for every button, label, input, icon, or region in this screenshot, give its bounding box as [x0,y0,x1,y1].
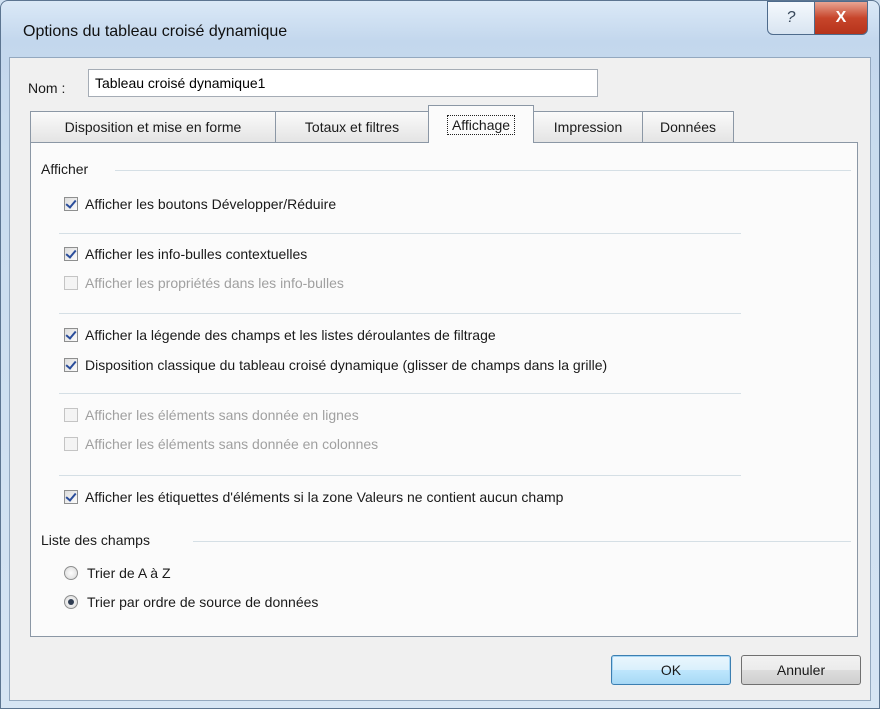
section-divider [193,541,851,542]
option-label: Afficher les étiquettes d'éléments si la… [85,489,564,505]
option-empty-columns: Afficher les éléments sans donnée en col… [64,436,378,452]
option-tooltip-properties: Afficher les propriétés dans les info-bu… [64,275,344,291]
checkbox[interactable] [64,328,78,342]
option-label: Afficher les propriétés dans les info-bu… [85,275,344,291]
tab-affichage[interactable]: Affichage [428,105,534,143]
option-expand-buttons[interactable]: Afficher les boutons Développer/Réduire [64,196,336,212]
separator [59,475,741,476]
separator [59,233,741,234]
title-bar: Options du tableau croisé dynamique ? X [1,1,879,57]
section-title-afficher: Afficher [41,161,89,177]
option-label: Afficher les boutons Développer/Réduire [85,196,337,212]
tab-panel-affichage: Afficher Afficher les boutons Développer… [30,142,858,637]
option-empty-rows: Afficher les éléments sans donnée en lig… [64,407,359,423]
tab-donnees[interactable]: Données [642,111,734,142]
ok-button[interactable]: OK [611,655,731,685]
option-item-labels[interactable]: Afficher les étiquettes d'éléments si la… [64,489,563,505]
tab-totaux[interactable]: Totaux et filtres [275,111,429,142]
checkbox [64,276,78,290]
option-classic-layout[interactable]: Disposition classique du tableau croisé … [64,357,607,373]
dialog-title: Options du tableau croisé dynamique [23,23,288,40]
option-label: Afficher les éléments sans donnée en col… [85,436,379,452]
name-label: Nom : [28,80,66,96]
cancel-button[interactable]: Annuler [741,655,861,685]
tab-label: Disposition et mise en forme [64,119,242,135]
dialog-window: Options du tableau croisé dynamique ? X … [0,0,880,709]
checkbox [64,437,78,451]
tab-label: Affichage [446,114,516,135]
radio-button[interactable] [64,595,78,609]
name-input[interactable] [88,69,598,97]
checkbox[interactable] [64,197,78,211]
dialog-body: Nom : Disposition et mise en forme Totau… [9,57,871,701]
option-field-captions[interactable]: Afficher la légende des champs et les li… [64,327,496,343]
checkbox[interactable] [64,247,78,261]
checkbox[interactable] [64,490,78,504]
checkbox[interactable] [64,358,78,372]
close-button[interactable]: X [814,1,868,35]
tab-label: Impression [553,119,623,135]
close-icon: X [835,9,847,26]
section-divider [115,170,851,171]
option-label: Trier de A à Z [87,565,171,581]
radio-sort-a-z[interactable]: Trier de A à Z [64,565,171,581]
option-label: Trier par ordre de source de données [87,594,319,610]
radio-button[interactable] [64,566,78,580]
tab-disposition[interactable]: Disposition et mise en forme [30,111,276,142]
option-label: Afficher la légende des champs et les li… [85,327,496,343]
separator [59,393,741,394]
radio-sort-data-source[interactable]: Trier par ordre de source de données [64,594,318,610]
option-label: Afficher les éléments sans donnée en lig… [85,407,359,423]
help-button[interactable]: ? [767,1,815,35]
tab-impression[interactable]: Impression [533,111,643,142]
option-contextual-tooltips[interactable]: Afficher les info-bulles contextuelles [64,246,307,262]
separator [59,313,741,314]
tab-label: Données [659,119,717,135]
option-label: Afficher les info-bulles contextuelles [85,246,308,262]
checkbox [64,408,78,422]
help-icon: ? [786,9,796,26]
section-title-field-list: Liste des champs [41,532,150,548]
option-label: Disposition classique du tableau croisé … [85,357,608,373]
tab-label: Totaux et filtres [304,119,400,135]
